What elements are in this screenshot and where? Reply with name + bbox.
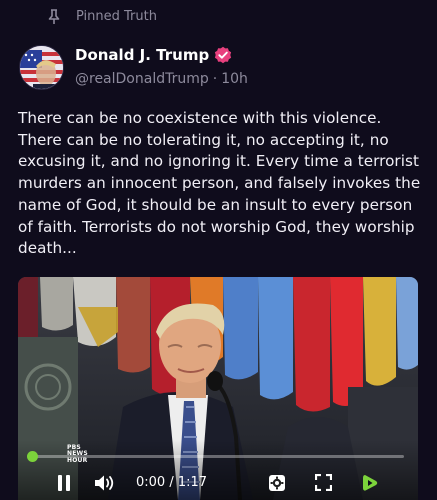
post-timestamp[interactable]: 10h	[221, 71, 248, 87]
progress-scrubber-handle[interactable]	[27, 451, 38, 462]
time-separator: /	[165, 475, 178, 490]
verified-badge-icon	[215, 46, 232, 64]
author-name-row: Donald J. Trump	[75, 46, 232, 64]
video-progress-bar[interactable]	[27, 451, 404, 462]
fullscreen-icon[interactable]	[315, 474, 332, 491]
rumble-logo-icon[interactable]	[361, 473, 379, 493]
video-duration: 1:17	[177, 475, 208, 490]
pinned-header: Pinned Truth	[0, 0, 437, 34]
volume-icon[interactable]	[94, 474, 116, 492]
video-time-display: 0:00 / 1:17	[136, 475, 207, 490]
watermark-line: HOUR	[67, 456, 88, 464]
post-header: Donald J. Trump @realDonaldTrump · 10h	[0, 38, 437, 98]
pin-icon	[48, 9, 60, 24]
author-meta: @realDonaldTrump · 10h	[75, 71, 248, 87]
current-time: 0:00	[136, 475, 166, 490]
author-handle[interactable]: @realDonaldTrump	[75, 71, 209, 87]
pinned-label: Pinned Truth	[76, 9, 157, 24]
post-body: There can be no coexistence with this vi…	[18, 109, 421, 258]
meta-separator: ·	[212, 71, 218, 87]
video-player[interactable]: PBS NEWS HOUR 0:00 / 1:17	[18, 277, 418, 500]
avatar-image	[20, 46, 63, 89]
author-name[interactable]: Donald J. Trump	[75, 46, 209, 64]
gear-icon[interactable]	[268, 474, 286, 492]
avatar[interactable]	[19, 45, 64, 90]
pause-icon[interactable]	[57, 475, 71, 491]
